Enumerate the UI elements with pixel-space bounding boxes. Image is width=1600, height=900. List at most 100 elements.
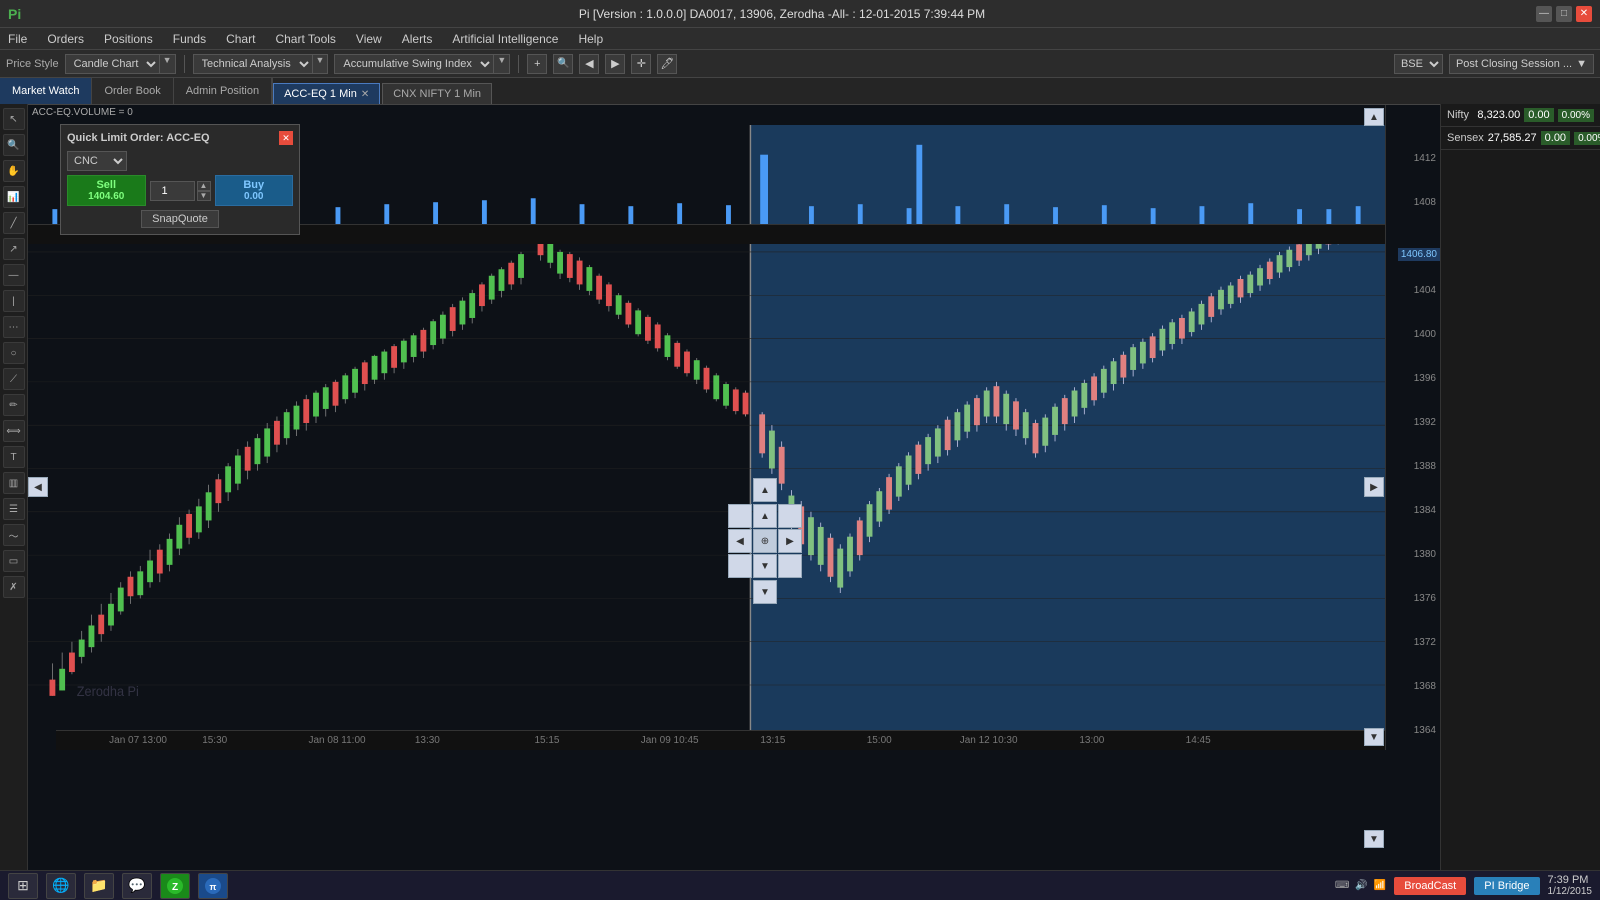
- crosshair-button[interactable]: ✛: [631, 54, 651, 74]
- sidebar-icon-bars[interactable]: ▥: [3, 472, 25, 494]
- menu-item-funds[interactable]: Funds: [169, 30, 210, 48]
- price-style-select[interactable]: Candle Chart: [65, 54, 160, 74]
- menu-item-artificial-intelligence[interactable]: Artificial Intelligence: [448, 30, 562, 48]
- sidebar-icon-rect[interactable]: ▭: [3, 550, 25, 572]
- nav-left-button[interactable]: ◀: [579, 54, 599, 74]
- tab-market-watch[interactable]: Market Watch: [0, 78, 92, 104]
- nav-right-nav-button[interactable]: ▶: [778, 529, 802, 553]
- taskbar-files-icon[interactable]: 📁: [84, 873, 114, 899]
- close-button[interactable]: ✕: [1576, 6, 1592, 22]
- zoom-in-button[interactable]: +: [527, 54, 547, 74]
- qty-up-btn[interactable]: ▲: [197, 181, 211, 191]
- menu-item-file[interactable]: File: [4, 30, 31, 48]
- price-style-arrow[interactable]: ▼: [160, 54, 176, 74]
- menu-item-chart-tools[interactable]: Chart Tools: [271, 30, 339, 48]
- sidebar-icon-diag[interactable]: ⟋: [3, 368, 25, 390]
- sidebar-icon-brush[interactable]: ✏: [3, 394, 25, 416]
- close-quick-order-button[interactable]: ✕: [279, 131, 293, 145]
- qty-dn-btn[interactable]: ▼: [197, 191, 211, 201]
- chart-navigator: ▲ ▲ ◀ ⊕ ▶ ▼ ▼: [728, 504, 802, 578]
- tab-cnx-nifty[interactable]: CNX NIFTY 1 Min: [382, 83, 492, 104]
- taskbar-chat-icon[interactable]: 💬: [122, 873, 152, 899]
- nav-right-button[interactable]: ▶: [605, 54, 625, 74]
- chart-down-button[interactable]: ▼: [1364, 728, 1384, 746]
- product-type-select[interactable]: CNC: [67, 151, 127, 171]
- maximize-button[interactable]: □: [1556, 6, 1572, 22]
- snap-quote-button[interactable]: SnapQuote: [141, 210, 219, 228]
- price-current: 1406.80: [1398, 248, 1440, 261]
- nav-down-button[interactable]: ▼: [753, 554, 777, 578]
- nav-center-button[interactable]: ⊕: [753, 529, 777, 553]
- session-button[interactable]: Post Closing Session ...▼: [1449, 54, 1594, 74]
- toolbar: Price Style Candle Chart ▼ Technical Ana…: [0, 50, 1600, 78]
- sidebar-icon-text[interactable]: T: [3, 446, 25, 468]
- menu-item-help[interactable]: Help: [574, 30, 607, 48]
- scroll-left-button[interactable]: ◀: [28, 477, 48, 497]
- nav-downleft-button[interactable]: [728, 554, 752, 578]
- menu-item-alerts[interactable]: Alerts: [398, 30, 437, 48]
- sidebar-icon-hand[interactable]: ✋: [3, 160, 25, 182]
- menu-item-view[interactable]: View: [352, 30, 386, 48]
- taskbar-start-button[interactable]: ⊞: [8, 873, 38, 899]
- minimize-button[interactable]: —: [1536, 6, 1552, 22]
- sidebar-icon-line[interactable]: ╱: [3, 212, 25, 234]
- sell-button[interactable]: Sell 1404.60: [67, 175, 146, 206]
- sidebar-icon-fib[interactable]: ⋯: [3, 316, 25, 338]
- nifty-pct: 0.00%: [1558, 109, 1594, 122]
- sidebar-icon-trend[interactable]: ↗: [3, 238, 25, 260]
- sidebar-icon-vline[interactable]: |: [3, 290, 25, 312]
- chart-up-button[interactable]: ▲: [1364, 108, 1384, 126]
- draw-button[interactable]: 🖊: [657, 54, 677, 74]
- sidebar-icon-measure[interactable]: ⟺: [3, 420, 25, 442]
- technical-analysis-select[interactable]: Technical Analysis: [193, 54, 313, 74]
- qty-stepper[interactable]: ▲ ▼: [197, 181, 211, 201]
- vol-down-button[interactable]: ▼: [1364, 830, 1384, 848]
- quick-order-title: Quick Limit Order: ACC-EQ ✕: [67, 131, 293, 145]
- tab-order-book[interactable]: Order Book: [92, 78, 173, 104]
- nav-up-button[interactable]: ▲: [753, 504, 777, 528]
- menu-item-positions[interactable]: Positions: [100, 30, 157, 48]
- ta-arrow[interactable]: ▼: [313, 54, 329, 74]
- taskbar-browser-icon[interactable]: 🌐: [46, 873, 76, 899]
- sidebar-icon-delete[interactable]: ✗: [3, 576, 25, 598]
- sidebar-icon-arrow[interactable]: ↖: [3, 108, 25, 130]
- indicator-select[interactable]: Accumulative Swing Index: [334, 54, 494, 74]
- toolbar-separator-2: [518, 55, 519, 73]
- sidebar: ↖ 🔍 ✋ 📊 ╱ ↗ ― | ⋯ ○ ⟋ ✏ ⟺ T ▥ ☰ 〜 ▭ ✗: [0, 104, 28, 870]
- exchange-select[interactable]: BSE: [1394, 54, 1443, 74]
- broadcast-button[interactable]: BroadCast: [1394, 877, 1466, 895]
- buy-button[interactable]: Buy 0.00: [215, 175, 294, 206]
- pibridge-button[interactable]: PI Bridge: [1474, 877, 1539, 895]
- nav-up-extra-button[interactable]: ▲: [753, 478, 777, 502]
- scroll-right-button[interactable]: ▶: [1364, 477, 1384, 497]
- indicator-arrow[interactable]: ▼: [494, 54, 510, 74]
- menu-item-orders[interactable]: Orders: [43, 30, 88, 48]
- close-acc-eq-tab[interactable]: ✕: [361, 89, 369, 100]
- taskbar-zerodha-icon[interactable]: Z: [160, 873, 190, 899]
- time-1500: 15:00: [867, 735, 892, 746]
- menu-item-chart[interactable]: Chart: [222, 30, 259, 48]
- taskbar-pi-icon[interactable]: π: [198, 873, 228, 899]
- nav-downright-button[interactable]: [778, 554, 802, 578]
- nav-left-nav-button[interactable]: ◀: [728, 529, 752, 553]
- sidebar-icon-candles[interactable]: ☰: [3, 498, 25, 520]
- sidebar-icon-hline[interactable]: ―: [3, 264, 25, 286]
- zoom-out-button[interactable]: 🔍: [553, 54, 573, 74]
- sidebar-icon-wave[interactable]: 〜: [3, 524, 25, 546]
- price-style-dropdown[interactable]: Candle Chart ▼: [65, 54, 176, 74]
- sidebar-icon-chart[interactable]: 📊: [3, 186, 25, 208]
- quantity-input[interactable]: [150, 181, 195, 201]
- tab-admin-position[interactable]: Admin Position: [174, 78, 272, 104]
- nav-upright-button[interactable]: [778, 504, 802, 528]
- sidebar-icon-circle[interactable]: ○: [3, 342, 25, 364]
- quick-order-popup: Quick Limit Order: ACC-EQ ✕ CNC Sell 140…: [60, 124, 300, 235]
- nav-down-extra-button[interactable]: ▼: [753, 580, 777, 604]
- taskbar-right: ⌨ 🔊 📶 BroadCast PI Bridge 7:39 PM 1/12/2…: [1335, 874, 1592, 897]
- window-controls: — □ ✕: [1536, 6, 1592, 22]
- sidebar-icon-zoom[interactable]: 🔍: [3, 134, 25, 156]
- tab-acc-eq[interactable]: ACC-EQ 1 Min ✕: [273, 83, 380, 104]
- technical-analysis-dropdown[interactable]: Technical Analysis ▼: [193, 54, 329, 74]
- nav-upleft-button[interactable]: [728, 504, 752, 528]
- indicator-dropdown[interactable]: Accumulative Swing Index ▼: [334, 54, 510, 74]
- svg-text:Zerodha Pi: Zerodha Pi: [77, 683, 139, 699]
